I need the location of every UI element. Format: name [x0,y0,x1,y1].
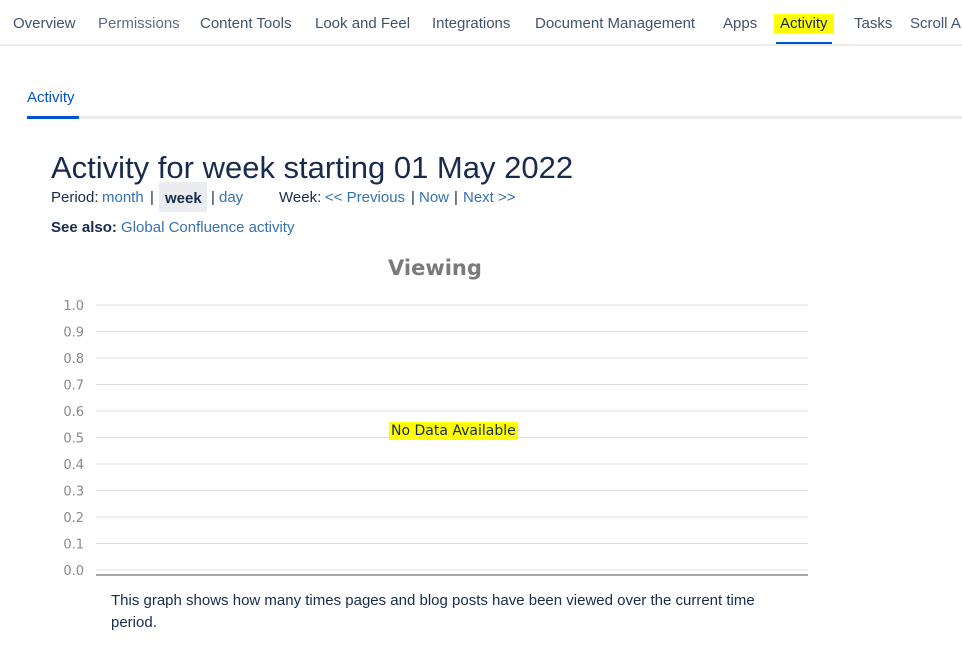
no-data-message: No Data Available [389,422,518,440]
y-tick-label: 0.3 [63,485,84,500]
y-tick-label: 0.7 [63,379,84,394]
y-tick-label: 0.8 [63,352,84,367]
y-tick-label: 0.0 [63,564,84,579]
viewing-chart: 1.0 0.9 0.8 0.7 0.6 0.5 0.4 0.3 0.2 0.1 0.0 [63,299,808,579]
y-tick-label: 0.1 [63,538,84,553]
page: Overview Permissions Content Tools Look … [0,0,962,660]
y-tick-label: 0.4 [63,458,84,473]
y-tick-label: 1.0 [63,299,84,314]
y-tick-label: 0.2 [63,511,84,526]
chart-caption: This graph shows how many times pages an… [111,592,755,631]
y-tick-label: 0.5 [63,432,84,447]
y-tick-label: 0.6 [63,405,84,420]
y-tick-label: 0.9 [63,326,84,341]
